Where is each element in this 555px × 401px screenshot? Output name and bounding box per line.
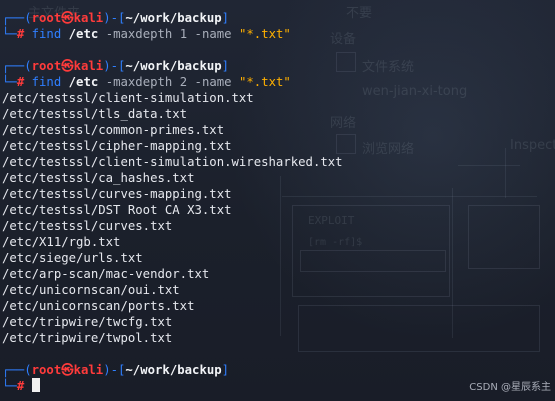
output-line: /etc/testssl/ca_hashes.txt: [2, 171, 195, 185]
output-line: /etc/tripwire/twcfg.txt: [2, 315, 173, 329]
command-flag: -maxdepth: [105, 75, 173, 89]
output-line: /etc/testssl/cipher-mapping.txt: [2, 139, 232, 153]
prompt-corner: ┌──(: [2, 59, 32, 73]
prompt-corner: ┌──(: [2, 11, 32, 25]
prompt-separator: )-[: [103, 363, 126, 377]
command-path: /etc: [68, 27, 99, 41]
prompt-cwd: ~/work/backup: [125, 59, 222, 73]
output-line: /etc/testssl/curves.txt: [2, 219, 173, 233]
prompt-host: kali: [73, 11, 104, 25]
output-line: /etc/tripwire/twpol.txt: [2, 331, 173, 345]
prompt-separator: )-[: [103, 59, 126, 73]
output-line: /etc/testssl/client-simulation.txt: [2, 91, 254, 105]
output-line: /etc/testssl/DST Root CA X3.txt: [2, 203, 232, 217]
output-line: /etc/unicornscan/oui.txt: [2, 283, 180, 297]
prompt-user: root: [31, 59, 62, 73]
skull-icon: ㉿: [61, 363, 74, 377]
output-line: /etc/X11/rgb.txt: [2, 235, 121, 249]
output-line: /etc/testssl/curves-mapping.txt: [2, 187, 232, 201]
prompt-corner-bottom: └─: [2, 379, 17, 393]
command-flag: -name: [194, 27, 232, 41]
prompt-cwd: ~/work/backup: [125, 11, 222, 25]
prompt-corner: ┌──(: [2, 363, 32, 377]
prompt-line-1: ┌──(root㉿kali)-[~/work/backup]: [2, 10, 555, 26]
output-line: /etc/testssl/client-simulation.wireshark…: [2, 155, 343, 169]
terminal-output: ┌──(root㉿kali)-[~/work/backup] └─# find …: [2, 10, 555, 401]
command-path: /etc: [68, 75, 99, 89]
prompt-cwd: ~/work/backup: [125, 363, 222, 377]
prompt-line-2: ┌──(root㉿kali)-[~/work/backup]: [2, 58, 555, 74]
csdn-watermark: CSDN @星辰系主: [469, 382, 551, 393]
prompt-corner-bottom: └─: [2, 75, 17, 89]
prompt-corner-bottom: └─: [2, 27, 17, 41]
command-flag: -maxdepth: [105, 27, 173, 41]
output-line: /etc/testssl/tls_data.txt: [2, 107, 188, 121]
output-line: /etc/unicornscan/ports.txt: [2, 299, 195, 313]
prompt-bracket: ]: [221, 59, 230, 73]
command-line-2: └─# find /etc -maxdepth 2 -name "*.txt": [2, 74, 555, 90]
command-line-1: └─# find /etc -maxdepth 1 -name "*.txt": [2, 26, 555, 42]
skull-icon: ㉿: [61, 59, 74, 73]
command-exe: find: [31, 27, 62, 41]
command-pattern: "*.txt": [238, 27, 291, 41]
prompt-user: root: [31, 363, 62, 377]
text-cursor[interactable]: [31, 378, 40, 392]
prompt-line-3: ┌──(root㉿kali)-[~/work/backup]: [2, 362, 555, 378]
prompt-bracket: ]: [221, 363, 230, 377]
command-pattern: "*.txt": [238, 75, 291, 89]
prompt-separator: )-[: [103, 11, 126, 25]
prompt-host: kali: [73, 363, 104, 377]
skull-icon: ㉿: [61, 11, 74, 25]
prompt-bracket: ]: [221, 11, 230, 25]
prompt-user: root: [31, 11, 62, 25]
command-exe: find: [31, 75, 62, 89]
terminal-window[interactable]: 主文件夹 不要 设备 文件系统 wen-jian-xi-tong 网络 浏览网络…: [0, 0, 555, 401]
output-line: /etc/arp-scan/mac-vendor.txt: [2, 267, 210, 281]
command-flag: -name: [194, 75, 232, 89]
prompt-host: kali: [73, 59, 104, 73]
output-line: /etc/siege/urls.txt: [2, 251, 143, 265]
output-line: /etc/testssl/common-primes.txt: [2, 123, 225, 137]
